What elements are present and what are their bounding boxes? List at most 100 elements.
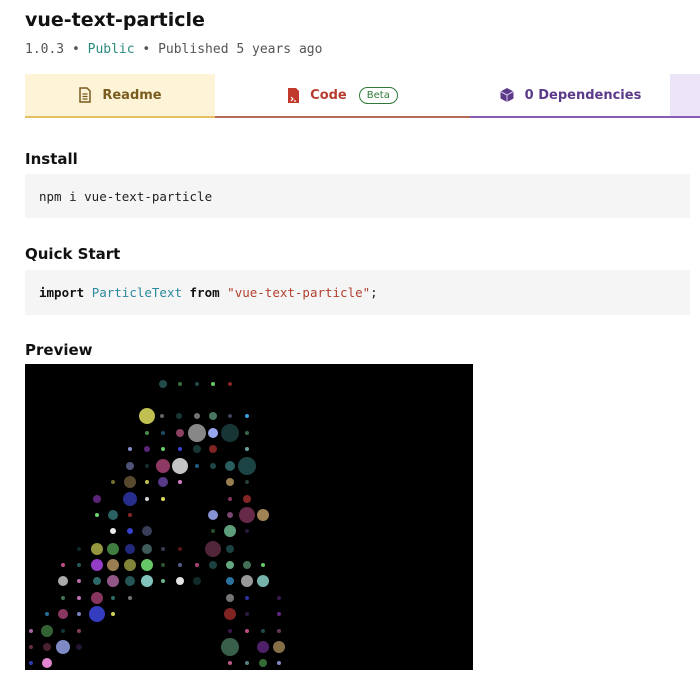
particle-dot — [126, 462, 134, 470]
particle-dot — [29, 629, 33, 633]
particle-dot — [91, 559, 103, 571]
particle-dot — [161, 431, 165, 435]
particle-dot — [193, 577, 201, 585]
particle-dot — [111, 612, 115, 616]
install-code-block[interactable]: npm i vue-text-particle — [25, 174, 690, 218]
particle-dot — [243, 561, 251, 569]
particle-dot — [226, 594, 234, 602]
particle-dot — [128, 447, 132, 451]
particle-dot — [125, 576, 135, 586]
particle-dot — [277, 661, 281, 665]
particle-dot — [61, 563, 65, 567]
visibility-badge: Public — [87, 42, 135, 57]
install-heading: Install — [25, 150, 78, 168]
particle-dot — [188, 424, 206, 442]
version: 1.0.3 — [25, 42, 65, 57]
particle-dot — [273, 641, 285, 653]
particle-dot — [159, 380, 167, 388]
particle-dot — [176, 413, 182, 419]
particle-dot — [45, 612, 49, 616]
particle-dot — [77, 612, 81, 616]
particle-dot — [178, 547, 182, 551]
tab-code[interactable]: Code Beta — [215, 74, 470, 118]
particle-dot — [228, 661, 232, 665]
particle-dot — [93, 495, 101, 503]
particle-dot — [205, 541, 221, 557]
keyword-import: import — [39, 285, 85, 300]
particle-dot — [42, 658, 52, 668]
preview-heading: Preview — [25, 341, 93, 359]
code-file-icon — [288, 87, 300, 103]
particle-dot — [209, 445, 217, 453]
particle-dot — [209, 561, 217, 569]
particle-dot — [210, 463, 216, 469]
particle-dot — [277, 629, 281, 633]
particle-dot — [195, 382, 199, 386]
particle-dot — [161, 547, 165, 551]
particle-dot — [257, 641, 269, 653]
file-text-icon — [79, 87, 92, 103]
particle-dot — [108, 510, 118, 520]
particle-dot — [142, 544, 152, 554]
particle-dot — [241, 575, 253, 587]
particle-dot — [277, 596, 281, 600]
particle-dot — [41, 625, 53, 637]
install-command: npm i vue-text-particle — [39, 188, 213, 204]
particle-dot — [161, 497, 165, 501]
particle-dot — [239, 507, 255, 523]
quick-start-code-block[interactable]: import ParticleText from "vue-text-parti… — [25, 270, 690, 315]
tab-readme[interactable]: Readme — [25, 74, 215, 118]
tab-more[interactable] — [670, 74, 700, 118]
particle-dot — [195, 464, 199, 468]
particle-dot — [77, 579, 81, 583]
identifier: ParticleText — [91, 285, 182, 300]
particle-dot — [128, 596, 132, 600]
particle-dot — [145, 464, 149, 468]
particle-dot — [141, 575, 153, 587]
module-string: "vue-text-particle" — [227, 285, 371, 300]
particle-dot — [209, 412, 217, 420]
particle-dot — [77, 629, 81, 633]
particle-dot — [208, 428, 218, 438]
beta-badge: Beta — [358, 86, 398, 104]
particle-dot — [277, 612, 281, 616]
published-date: Published 5 years ago — [158, 42, 323, 57]
particle-dot — [110, 528, 116, 534]
particle-dot — [208, 510, 218, 520]
particle-dot — [61, 596, 65, 600]
particle-dot — [211, 529, 215, 533]
quick-start-heading: Quick Start — [25, 245, 121, 263]
particle-dot — [245, 414, 249, 418]
particle-dot — [91, 592, 103, 604]
particle-dot — [257, 509, 269, 521]
particle-dot — [123, 492, 137, 506]
particle-dot — [77, 563, 81, 567]
tab-dependencies[interactable]: 0 Dependencies — [470, 74, 670, 118]
preview-image — [25, 364, 473, 670]
particle-dot — [227, 512, 233, 518]
particle-dot — [145, 480, 149, 484]
particle-dot — [178, 447, 182, 451]
particle-dot — [161, 563, 165, 567]
particle-dot — [58, 609, 68, 619]
particle-dot — [107, 559, 119, 571]
particle-dot — [58, 576, 68, 586]
particle-preview-canvas — [29, 380, 285, 668]
particle-dot — [226, 545, 234, 553]
keyword-from: from — [189, 285, 220, 300]
particle-dot — [245, 480, 249, 484]
package-meta: 1.0.3 • Public • Published 5 years ago — [25, 42, 322, 57]
particle-dot — [221, 424, 239, 442]
particle-dot — [161, 447, 165, 451]
particle-dot — [111, 596, 115, 600]
particle-dot — [124, 559, 136, 571]
tab-dependencies-label: 0 Dependencies — [524, 87, 642, 103]
package-title: vue-text-particle — [25, 9, 205, 31]
particle-dot — [145, 497, 149, 501]
tab-code-label: Code — [310, 87, 347, 103]
particle-dot — [226, 561, 234, 569]
particle-dot — [56, 640, 70, 654]
particle-dot — [259, 659, 267, 667]
particle-dot — [142, 526, 152, 536]
particle-dot — [125, 544, 135, 554]
